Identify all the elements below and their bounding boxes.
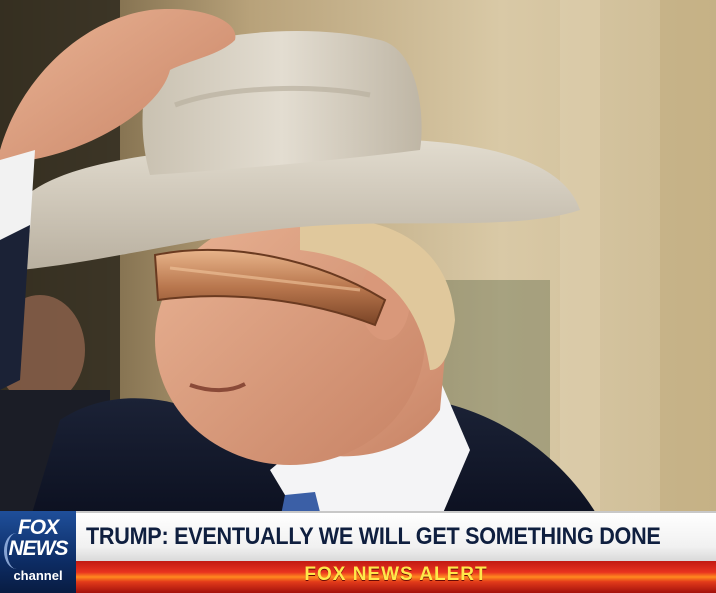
alert-banner: FOX NEWS ALERT — [76, 561, 716, 593]
alert-text: FOX NEWS ALERT — [304, 564, 488, 585]
logo-channel-text: channel — [13, 568, 63, 583]
scene-illustration — [0, 0, 716, 593]
fox-news-channel-logo: FOX NEWS channel — [0, 511, 78, 593]
news-lower-third: FOX NEWS channel TRUMP: EVENTUALLY WE WI… — [0, 511, 716, 593]
headline-banner: TRUMP: EVENTUALLY WE WILL GET SOMETHING … — [76, 511, 716, 561]
headline-text: TRUMP: EVENTUALLY WE WILL GET SOMETHING … — [86, 523, 661, 550]
logo-news-text: NEWS — [8, 537, 69, 560]
photo-scene — [0, 0, 716, 593]
